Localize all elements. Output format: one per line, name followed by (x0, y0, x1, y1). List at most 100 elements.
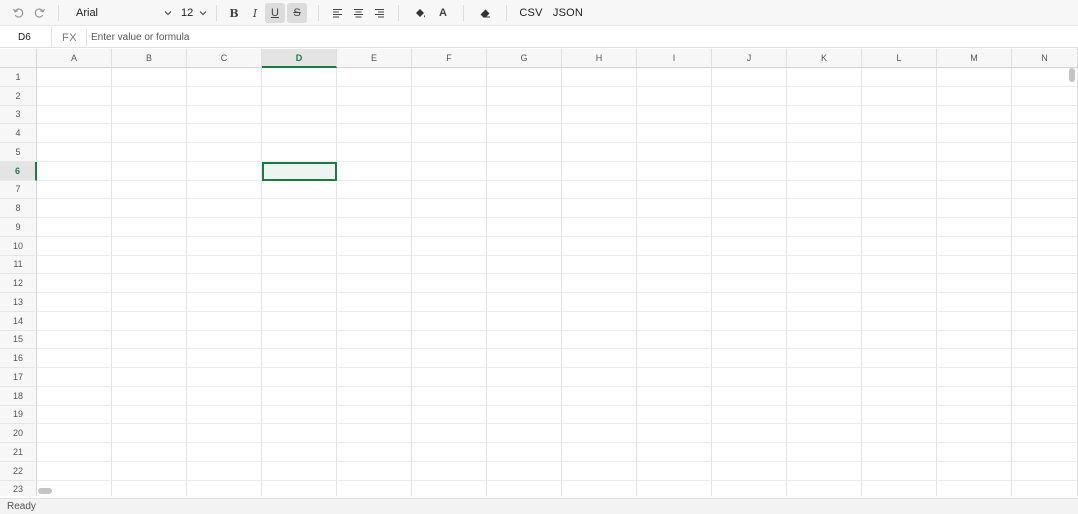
grid-cell[interactable] (1012, 180, 1078, 200)
align-right-button[interactable] (371, 3, 387, 23)
grid-cell[interactable] (412, 180, 487, 200)
grid-cell[interactable] (412, 368, 487, 387)
grid-cell[interactable] (712, 311, 787, 331)
grid-cell[interactable] (862, 443, 937, 462)
grid-cell[interactable] (487, 293, 562, 312)
grid-cell[interactable] (1012, 143, 1078, 162)
grid-cell[interactable] (862, 368, 937, 387)
grid-cell[interactable] (487, 480, 562, 496)
grid-cell[interactable] (262, 68, 337, 87)
grid-cell[interactable] (412, 236, 487, 256)
grid-cell[interactable] (562, 330, 637, 350)
row-header[interactable]: 12 (0, 274, 37, 293)
grid-cell[interactable] (712, 293, 787, 312)
grid-cell[interactable] (337, 349, 412, 368)
grid-cell[interactable] (37, 180, 112, 200)
grid-cell[interactable] (112, 105, 187, 125)
grid-cell[interactable] (487, 86, 562, 106)
grid-cell[interactable] (412, 424, 487, 443)
grid-cell[interactable] (37, 105, 112, 125)
grid-cell[interactable] (862, 199, 937, 218)
column-header[interactable]: N (1012, 49, 1078, 68)
grid-cell[interactable] (787, 368, 862, 387)
row-header[interactable]: 22 (0, 461, 37, 481)
grid-cell[interactable] (937, 311, 1012, 331)
row-header[interactable]: 2 (0, 86, 37, 106)
grid-cell[interactable] (412, 124, 487, 143)
grid-cell[interactable] (787, 405, 862, 425)
grid-cell[interactable] (487, 461, 562, 481)
row-header[interactable]: 16 (0, 349, 37, 368)
grid-cell[interactable] (112, 424, 187, 443)
grid-cell[interactable] (412, 199, 487, 218)
grid-cell[interactable] (487, 218, 562, 237)
grid-cell[interactable] (262, 443, 337, 462)
grid-cell[interactable] (1012, 218, 1078, 237)
grid-cell[interactable] (262, 274, 337, 293)
grid-cell[interactable] (937, 349, 1012, 368)
grid-cell[interactable] (787, 274, 862, 293)
grid-cell[interactable] (487, 199, 562, 218)
grid-cell[interactable] (637, 68, 712, 87)
grid-cell[interactable] (637, 443, 712, 462)
grid-cell[interactable] (187, 236, 262, 256)
grid-cell[interactable] (637, 218, 712, 237)
grid-cell[interactable] (187, 293, 262, 312)
grid-cell[interactable] (1012, 293, 1078, 312)
grid-cell[interactable] (937, 143, 1012, 162)
grid-cell[interactable] (337, 143, 412, 162)
grid-cell[interactable] (712, 180, 787, 200)
grid-cell[interactable] (187, 386, 262, 406)
grid-cell[interactable] (712, 199, 787, 218)
grid-cell[interactable] (412, 143, 487, 162)
grid-cell[interactable] (112, 349, 187, 368)
grid-cell[interactable] (187, 368, 262, 387)
grid-cell[interactable] (1012, 405, 1078, 425)
grid-cell[interactable] (787, 311, 862, 331)
grid-cell[interactable] (712, 424, 787, 443)
grid-cell[interactable] (112, 180, 187, 200)
grid-cell[interactable] (337, 105, 412, 125)
grid-cell[interactable] (262, 480, 337, 496)
grid-cell[interactable] (487, 349, 562, 368)
grid-cell[interactable] (37, 405, 112, 425)
column-header[interactable]: A (37, 49, 112, 68)
grid-cell[interactable] (337, 180, 412, 200)
grid-cell[interactable] (412, 161, 487, 181)
grid-cell[interactable] (187, 405, 262, 425)
grid-cell[interactable] (637, 461, 712, 481)
grid-cell[interactable] (1012, 124, 1078, 143)
grid-cell[interactable] (412, 405, 487, 425)
row-header[interactable]: 3 (0, 105, 37, 125)
grid-cell[interactable] (262, 368, 337, 387)
row-header[interactable]: 9 (0, 218, 37, 237)
grid-cell[interactable] (337, 68, 412, 87)
grid-cell[interactable] (862, 86, 937, 106)
grid-cell[interactable] (487, 330, 562, 350)
grid-cell[interactable] (562, 424, 637, 443)
grid-cell[interactable] (1012, 386, 1078, 406)
grid-cell[interactable] (862, 105, 937, 125)
grid-cell[interactable] (487, 124, 562, 143)
grid-cell[interactable] (187, 311, 262, 331)
grid-cell[interactable] (862, 480, 937, 496)
grid-cell[interactable] (637, 386, 712, 406)
grid-cell[interactable] (937, 86, 1012, 106)
grid-cell[interactable] (262, 461, 337, 481)
grid-cell[interactable] (862, 143, 937, 162)
grid-cell[interactable] (337, 199, 412, 218)
grid-cell[interactable] (637, 255, 712, 275)
vertical-scrollbar[interactable] (1069, 68, 1075, 82)
grid-cell[interactable] (937, 105, 1012, 125)
grid-cell[interactable] (187, 349, 262, 368)
grid-cell[interactable] (487, 143, 562, 162)
grid-cell[interactable] (637, 199, 712, 218)
grid-cell[interactable] (112, 405, 187, 425)
align-left-button[interactable] (329, 3, 345, 23)
grid-cell[interactable] (712, 349, 787, 368)
row-header[interactable]: 18 (0, 386, 37, 406)
grid-cell[interactable] (787, 330, 862, 350)
grid-cell[interactable] (862, 218, 937, 237)
grid-cell[interactable] (112, 480, 187, 496)
grid-cell[interactable] (37, 199, 112, 218)
